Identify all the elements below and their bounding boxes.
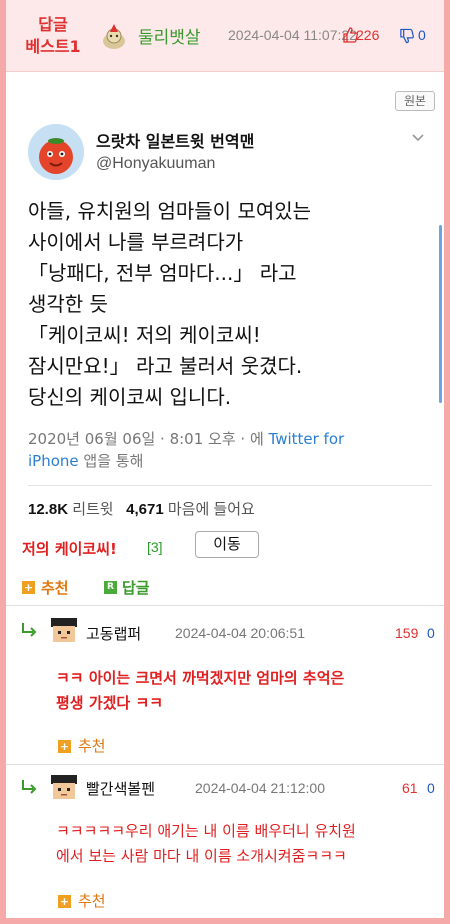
comment-text: ㅋㅋ 아이는 크면서 까먹겠지만 엄마의 추억은 평생 가겠다 ㅋㅋ [56, 666, 441, 716]
scrollbar[interactable] [439, 225, 442, 403]
original-button[interactable]: 원본 [395, 91, 435, 111]
move-button[interactable]: 이동 [195, 531, 259, 558]
comment-recommend-button[interactable]: 추천 [78, 735, 106, 756]
comment-dislike-count[interactable]: 0 [427, 625, 435, 641]
tweet-meta: 2020년 06월 06일 · 8:01 오후 · 에 Twitter for … [28, 428, 428, 472]
best-reply-badge: 답글 베스트1 [18, 14, 88, 58]
tweet-line: 「케이코씨! 저의 케이코씨! [28, 323, 261, 347]
comment-line: ㅋㅋ 아이는 크면서 까먹겠지만 엄마의 추억은 [56, 669, 345, 687]
tweet-author-handle[interactable]: @Honyakuuman [96, 155, 215, 173]
best-label-line2: 베스트1 [25, 37, 81, 56]
level-icon [103, 24, 125, 49]
tomato-avatar-icon [28, 124, 84, 180]
tweet-line: 생각한 듯 [28, 292, 108, 316]
retweet-label: 리트윗 [72, 501, 114, 518]
comment-date: 2024-04-04 21:12:00 [195, 780, 325, 796]
tweet-avatar [28, 124, 84, 180]
post-frame: 답글 베스트1 둘리뱃살 2024-04-04 11:07:22 226 0 원… [6, 0, 444, 918]
user-avatar-icon [48, 616, 80, 646]
retweet-count: 12.8K [28, 501, 69, 518]
comment-like-count[interactable]: 61 [402, 780, 418, 796]
comment-author[interactable]: 빨간색볼펜 [86, 778, 155, 799]
dislike-count: 0 [418, 27, 426, 43]
tweet-body: 아들, 유치원의 엄마들이 모여있는 사이에서 나를 부르려다가 「낭패다, 전… [28, 196, 428, 413]
comment-line: ㅋㅋㅋㅋㅋ우리 애기는 내 이름 배우더니 유치원 [56, 822, 356, 840]
recommend-button[interactable]: 추천 [41, 577, 69, 598]
like-total: 4,671 [126, 501, 164, 518]
tweet-stats: 12.8K 리트윗 4,671 마음에 들어요 [28, 498, 255, 519]
post-title[interactable]: 저의 케이코씨! [22, 538, 117, 559]
post-date: 2024-04-04 11:07:22 [228, 27, 357, 43]
reply-arrow-icon [22, 623, 37, 637]
reply-arrow-icon [22, 780, 37, 794]
recommend-icon[interactable]: + [58, 895, 71, 908]
best-label-line1: 답글 [38, 15, 68, 34]
comment-item: 고동랩퍼 2024-04-04 20:06:51 159 0 ㅋㅋ 아이는 크면… [6, 606, 444, 764]
tweet-line: 아들, 유치원의 엄마들이 모여있는 [28, 199, 312, 223]
reply-icon[interactable]: R [104, 581, 117, 594]
comment-recommend-button[interactable]: 추천 [78, 890, 106, 911]
tweet-line: 잠시만요!」 라고 불러서 웃겼다. [28, 354, 303, 378]
author-name[interactable]: 둘리뱃살 [138, 23, 201, 48]
best-reply-header: 답글 베스트1 둘리뱃살 2024-04-04 11:07:22 226 0 [6, 0, 444, 72]
comment-author[interactable]: 고동랩퍼 [86, 623, 141, 644]
recommend-icon[interactable]: + [22, 581, 35, 594]
comment-count: [3] [147, 539, 163, 555]
comment-like-count[interactable]: 159 [395, 625, 418, 641]
tweet-timestamp: 2020년 06월 06일 · 8:01 오후 · 에 [28, 430, 269, 448]
chevron-down-icon[interactable] [411, 130, 425, 144]
comment-line: 에서 보는 사람 마다 내 이름 소개시켜줌ㅋㅋㅋ [56, 847, 347, 865]
comment-item: 빨간색볼펜 2024-04-04 21:12:00 61 0 ㅋㅋㅋㅋㅋ우리 애… [6, 765, 444, 918]
recommend-icon[interactable]: + [58, 740, 71, 753]
tweet-line: 당신의 케이코씨 입니다. [28, 385, 232, 409]
comment-dislike-count[interactable]: 0 [427, 780, 435, 796]
user-avatar-icon [48, 773, 80, 803]
comment-date: 2024-04-04 20:06:51 [175, 625, 305, 641]
divider [28, 485, 432, 486]
tweet-line: 「낭패다, 전부 엄마다...」 라고 [28, 261, 297, 285]
like-label: 마음에 들어요 [167, 501, 255, 518]
thumbs-down-icon[interactable] [399, 28, 414, 44]
reply-button[interactable]: 답글 [122, 577, 150, 598]
tweet-source-link[interactable]: Twitter for [269, 430, 345, 448]
tweet-author-name[interactable]: 으랏차 일본트윗 번역맨 [96, 128, 254, 152]
tweet-line: 사이에서 나를 부르려다가 [28, 230, 244, 254]
comment-text: ㅋㅋㅋㅋㅋ우리 애기는 내 이름 배우더니 유치원 에서 보는 사람 마다 내 … [56, 819, 441, 869]
comment-line: 평생 가겠다 ㅋㅋ [56, 694, 164, 712]
tweet-source-suffix: 앱을 통해 [78, 452, 144, 470]
tweet-source-link-2[interactable]: iPhone [28, 452, 79, 470]
like-count: 226 [356, 27, 380, 43]
